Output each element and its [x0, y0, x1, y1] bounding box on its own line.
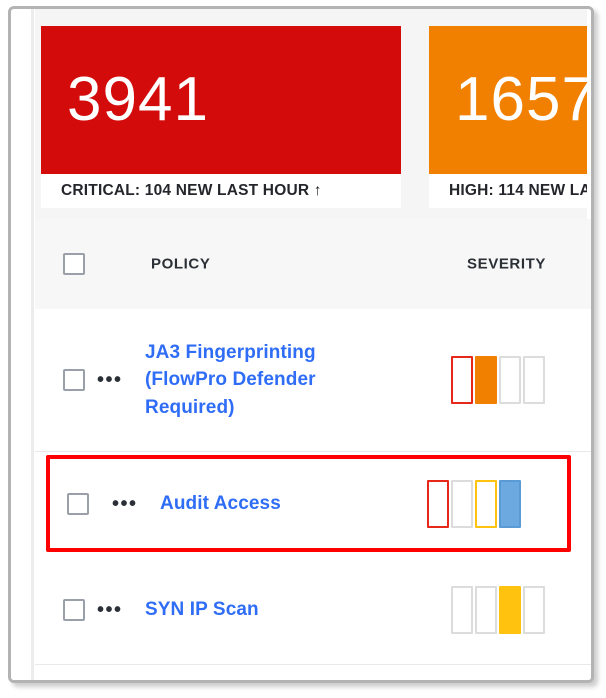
- critical-summary-card[interactable]: 3941 CRITICAL: 104 NEW LAST HOUR ↑: [41, 26, 401, 208]
- row-checkbox-cell[interactable]: [50, 492, 112, 515]
- policy-table-header: POLICY SEVERITY: [35, 219, 591, 309]
- select-all-checkbox-cell[interactable]: [63, 253, 85, 275]
- severity-box-high: [475, 585, 497, 634]
- row-checkbox[interactable]: [63, 369, 85, 391]
- critical-count-banner: 3941: [41, 26, 401, 174]
- severity-cell: [427, 479, 567, 528]
- high-summary-card[interactable]: 16571 HIGH: 114 NEW LAST HOUR ↑: [429, 26, 587, 208]
- policy-name-cell: Audit Access: [160, 490, 427, 518]
- row-checkbox-cell[interactable]: [35, 598, 97, 621]
- row-actions-menu-icon[interactable]: •••: [97, 600, 145, 620]
- policy-table-body: ••• JA3 Fingerprinting (FlowPro Defender…: [35, 309, 591, 680]
- row-actions-menu-icon[interactable]: •••: [112, 494, 160, 514]
- critical-count: 3941: [67, 65, 209, 134]
- severity-cell: [451, 356, 591, 404]
- policy-name-cell: JA3 Fingerprinting (FlowPro Defender Req…: [145, 339, 451, 422]
- table-row[interactable]: ••• SYN IP Scan: [35, 555, 591, 665]
- severity-box-low: [499, 479, 521, 528]
- row-checkbox[interactable]: [67, 492, 89, 515]
- severity-meter: [427, 479, 521, 528]
- severity-summary-cards: 3941 CRITICAL: 104 NEW LAST HOUR ↑ 16571…: [35, 9, 587, 219]
- screenshot-root: 3941 CRITICAL: 104 NEW LAST HOUR ↑ 16571…: [0, 0, 606, 698]
- high-card-caption: HIGH: 114 NEW LAST HOUR ↑: [429, 174, 587, 208]
- severity-meter: [451, 356, 545, 404]
- table-row-highlighted[interactable]: ••• Audit Access: [46, 455, 571, 552]
- page-viewport: 3941 CRITICAL: 104 NEW LAST HOUR ↑ 16571…: [11, 9, 591, 680]
- policy-name-cell: SYN IP Scan: [145, 596, 451, 624]
- severity-box-critical: [451, 356, 473, 404]
- vertical-scrollbar[interactable]: [31, 9, 34, 680]
- select-all-checkbox[interactable]: [63, 253, 85, 275]
- severity-box-low: [523, 356, 545, 404]
- severity-box-high: [451, 479, 473, 528]
- policy-link[interactable]: SYN IP Scan: [145, 596, 259, 624]
- severity-box-medium: [499, 585, 521, 634]
- row-actions-menu-icon[interactable]: •••: [97, 370, 145, 390]
- severity-cell: [451, 585, 591, 634]
- policy-link[interactable]: Audit Access: [160, 490, 281, 518]
- browser-window-frame: 3941 CRITICAL: 104 NEW LAST HOUR ↑ 16571…: [8, 6, 594, 683]
- severity-box-high: [475, 356, 497, 404]
- policy-table: POLICY SEVERITY ••• JA3 Fingerprinting (…: [35, 219, 591, 680]
- row-checkbox-cell[interactable]: [35, 369, 97, 391]
- severity-box-critical: [451, 585, 473, 634]
- critical-card-caption: CRITICAL: 104 NEW LAST HOUR ↑: [41, 174, 401, 208]
- column-header-policy[interactable]: POLICY: [151, 256, 210, 273]
- column-header-severity[interactable]: SEVERITY: [467, 256, 546, 273]
- severity-box-medium: [499, 356, 521, 404]
- row-checkbox[interactable]: [63, 598, 85, 621]
- high-count: 16571: [455, 65, 587, 134]
- high-count-banner: 16571: [429, 26, 587, 174]
- severity-box-critical: [427, 479, 449, 528]
- severity-box-medium: [475, 479, 497, 528]
- severity-box-low: [523, 585, 545, 634]
- table-row[interactable]: ••• JA3 Fingerprinting (FlowPro Defender…: [35, 309, 591, 452]
- severity-meter: [451, 585, 545, 634]
- table-bottom-spacer: [35, 665, 591, 680]
- policy-link[interactable]: JA3 Fingerprinting (FlowPro Defender Req…: [145, 339, 380, 422]
